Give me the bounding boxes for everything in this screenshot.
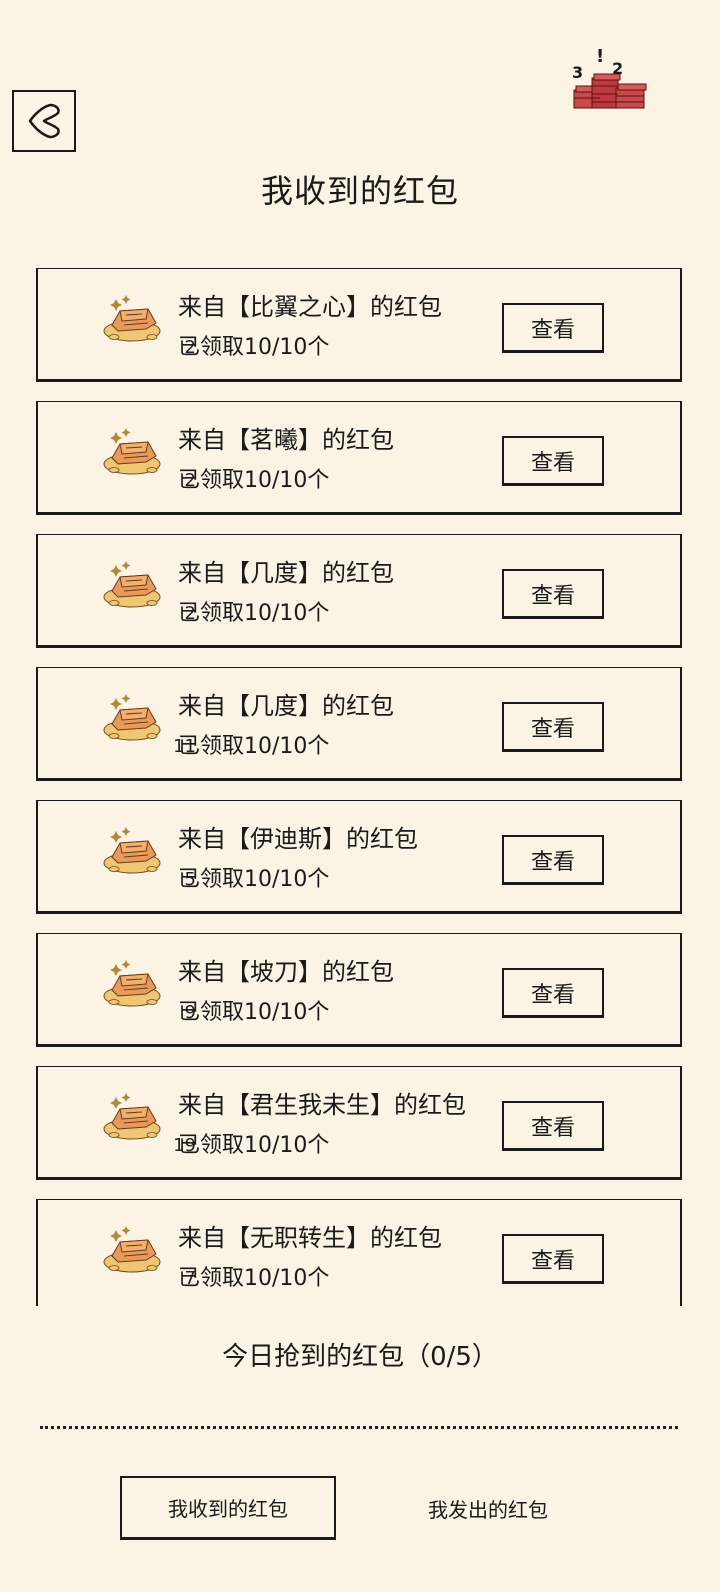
view-button[interactable]: 查看 (502, 1234, 604, 1284)
list-item: 2 来自【几度】的红包 已领取10/10个 查看 (36, 534, 682, 648)
view-button[interactable]: 查看 (502, 835, 604, 885)
deco-number-3: 3 (572, 63, 583, 82)
list-item: 2 来自【茗曦】的红包 已领取10/10个 查看 (36, 401, 682, 515)
card-title: 来自【几度】的红包 (178, 692, 394, 720)
view-button[interactable]: 查看 (502, 1101, 604, 1151)
page-title: 我收到的红包 (260, 172, 459, 210)
list-item: 11 来自【几度】的红包 已领取10/10个 查看 (36, 667, 682, 781)
back-arrow-icon (28, 103, 60, 139)
list-item: 2 来自【比翼之心】的红包 已领取10/10个 查看 (36, 268, 682, 382)
view-button[interactable]: 查看 (502, 702, 604, 752)
claimed-status: 已领取10/10个 (178, 335, 330, 360)
claimed-status: 已领取10/10个 (178, 468, 330, 493)
claimed-status: 已领取10/10个 (178, 1133, 330, 1158)
divider (40, 1426, 678, 1429)
list-item: 7 来自【无职转生】的红包 已领取10/10个 查看 (36, 1199, 682, 1306)
page: 3 ! 2 我收到的红包 2 来自【比翼之心】的红包 已领取10/10个 查看 … (0, 0, 720, 1592)
view-button[interactable]: 查看 (502, 436, 604, 486)
card-title: 来自【君生我未生】的红包 (178, 1091, 466, 1119)
view-button[interactable]: 查看 (502, 569, 604, 619)
claimed-status: 已领取10/10个 (178, 867, 330, 892)
tab-received[interactable]: 我收到的红包 (120, 1476, 336, 1540)
today-received-count: 今日抢到的红包（0/5） (222, 1342, 498, 1372)
card-title: 来自【伊迪斯】的红包 (178, 825, 418, 853)
back-button[interactable] (12, 90, 76, 152)
claimed-status: 已领取10/10个 (178, 1000, 330, 1025)
claimed-status: 已领取10/10个 (178, 1266, 330, 1291)
card-title: 来自【茗曦】的红包 (178, 426, 394, 454)
list-item: 9 来自【坡刀】的红包 已领取10/10个 查看 (36, 933, 682, 1047)
card-title: 来自【无职转生】的红包 (178, 1224, 442, 1252)
card-title: 来自【坡刀】的红包 (178, 958, 394, 986)
list-item: 5 来自【伊迪斯】的红包 已领取10/10个 查看 (36, 800, 682, 914)
money-stack-icon: 3 ! 2 (572, 46, 647, 109)
red-packet-list[interactable]: 2 来自【比翼之心】的红包 已领取10/10个 查看 2 来自【茗曦】的红包 已… (0, 268, 720, 1306)
card-title: 来自【几度】的红包 (178, 559, 394, 587)
card-title: 来自【比翼之心】的红包 (178, 293, 442, 321)
view-button[interactable]: 查看 (502, 968, 604, 1018)
view-button[interactable]: 查看 (502, 303, 604, 353)
deco-number-exclaim: ! (596, 46, 604, 67)
list-item: 19 来自【君生我未生】的红包 已领取10/10个 查看 (36, 1066, 682, 1180)
tab-sent[interactable]: 我发出的红包 (388, 1476, 588, 1540)
claimed-status: 已领取10/10个 (178, 734, 330, 759)
claimed-status: 已领取10/10个 (178, 601, 330, 626)
